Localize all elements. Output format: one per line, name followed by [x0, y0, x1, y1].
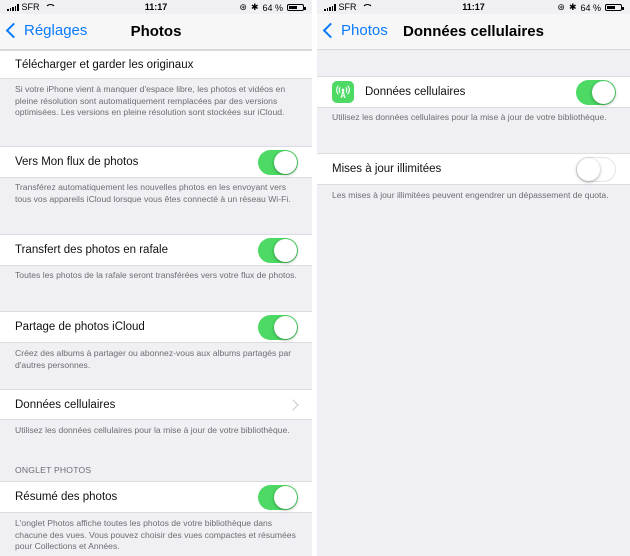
cellular-data-footer: Utilisez les données cellulaires pour la…: [332, 112, 607, 122]
battery-icon: [287, 4, 306, 11]
cellular-data-label: Données cellulaires: [15, 399, 116, 411]
status-right: ⊛ ✱ 64 %: [239, 2, 306, 13]
toggle-knob: [592, 81, 615, 104]
battery-percent: 64 %: [580, 2, 601, 13]
toggle-knob: [577, 158, 600, 181]
navigation-bar: Photos Données cellulaires: [317, 14, 630, 50]
photo-summary-toggle[interactable]: [258, 485, 298, 510]
burst-toggle[interactable]: [258, 238, 298, 263]
download-originals-cell[interactable]: Télécharger et garder les originaux: [0, 50, 312, 79]
cellular-data-footer: Utilisez les données cellulaires pour la…: [15, 425, 290, 435]
photostream-cell: Vers Mon flux de photos: [0, 146, 312, 178]
unlimited-updates-cell: Mises à jour illimitées: [317, 153, 630, 185]
battery-icon: [605, 4, 624, 11]
toggle-knob: [274, 316, 297, 339]
icloud-sharing-footer: Créez des albums à partager ou abonnez-v…: [15, 348, 292, 370]
cellular-data-screen: SFR 11:17 ⊛ ✱ 64 % Photos Données cellul…: [317, 0, 630, 556]
toggle-knob: [274, 239, 297, 262]
bluetooth-icon: ✱: [250, 2, 259, 12]
status-bar: SFR 11:17 ⊛ ✱ 64 %: [0, 0, 312, 14]
battery-fill: [607, 6, 616, 9]
rotation-lock-icon: ⊛: [557, 2, 565, 12]
photostream-label: Vers Mon flux de photos: [15, 156, 139, 168]
page-title: Données cellulaires: [403, 23, 544, 40]
photos-settings-screen: SFR 11:17 ⊛ ✱ 64 % Réglages Photos Téléc…: [0, 0, 312, 556]
unlimited-updates-label: Mises à jour illimitées: [332, 163, 442, 175]
icloud-sharing-cell: Partage de photos iCloud: [0, 311, 312, 343]
rotation-lock-icon: ⊛: [239, 2, 247, 12]
navigation-bar: Réglages Photos: [0, 14, 312, 50]
bluetooth-icon: ✱: [568, 2, 577, 12]
toggle-knob: [274, 151, 297, 174]
page-title: Photos: [130, 23, 182, 40]
unlimited-updates-toggle[interactable]: [576, 157, 616, 182]
battery-percent: 64 %: [262, 2, 283, 13]
screenshot-pair: SFR 11:17 ⊛ ✱ 64 % Réglages Photos Téléc…: [0, 0, 630, 556]
burst-footer: Toutes les photos de la rafale seront tr…: [15, 270, 297, 280]
download-originals-label: Télécharger et garder les originaux: [15, 59, 194, 71]
cellular-data-toggle[interactable]: [576, 80, 616, 105]
download-footer: Si votre iPhone vient à manquer d'espace…: [15, 84, 286, 117]
photo-summary-label: Résumé des photos: [15, 491, 118, 503]
photo-summary-cell: Résumé des photos: [0, 481, 312, 513]
cellular-antenna-icon: [332, 81, 354, 103]
icloud-sharing-toggle[interactable]: [258, 315, 298, 340]
cellular-data-cell: Données cellulaires: [317, 76, 630, 108]
burst-label: Transfert des photos en rafale: [15, 244, 168, 256]
cellular-data-label: Données cellulaires: [365, 86, 466, 98]
photostream-toggle[interactable]: [258, 150, 298, 175]
icloud-sharing-label: Partage de photos iCloud: [15, 321, 145, 333]
photostream-footer: Transférez automatiquement les nouvelles…: [15, 182, 291, 204]
photos-tab-header: ONGLET PHOTOS: [15, 465, 92, 475]
photo-summary-footer: L'onglet Photos affiche toutes les photo…: [15, 518, 296, 551]
status-bar: SFR 11:17 ⊛ ✱ 64 %: [317, 0, 630, 14]
status-right: ⊛ ✱ 64 %: [557, 2, 624, 13]
burst-cell: Transfert des photos en rafale: [0, 234, 312, 266]
cellular-data-cell[interactable]: Données cellulaires: [0, 389, 312, 420]
unlimited-updates-footer: Les mises à jour illimitées peuvent enge…: [332, 190, 609, 200]
toggle-knob: [274, 486, 297, 509]
battery-fill: [289, 6, 298, 9]
chevron-right-icon: [287, 399, 299, 411]
